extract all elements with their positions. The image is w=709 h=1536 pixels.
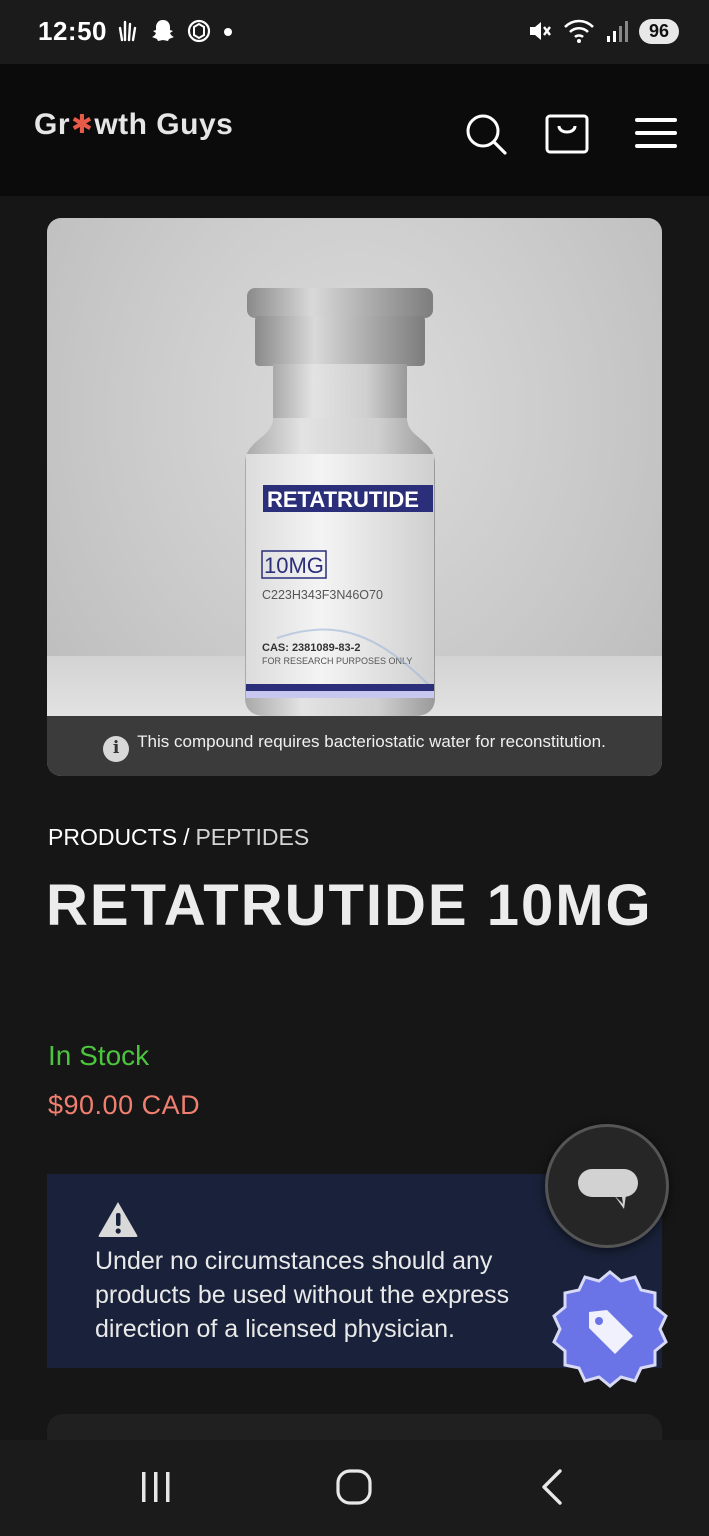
status-time: 12:50 — [38, 16, 107, 46]
status-bar: 12:50 96 — [0, 0, 709, 64]
mute-icon — [529, 22, 551, 40]
chatgpt-icon — [187, 19, 211, 43]
snapchat-icon — [152, 20, 174, 41]
stock-status: In Stock — [48, 1040, 150, 1071]
product-price: $90.00 CAD — [48, 1090, 201, 1120]
discount-button[interactable] — [549, 1270, 671, 1392]
dot-icon — [224, 28, 232, 36]
notification-icons — [116, 18, 234, 44]
vial-dose-text: 10MG — [264, 553, 324, 578]
vial-illustration: RETATRUTIDE 10MG C223H343F3N46O70 CAS: 2… — [245, 288, 435, 716]
signal-icon — [606, 21, 628, 42]
vial-name-text: RETATRUTIDE — [267, 487, 419, 512]
battery-indicator: 96 — [638, 18, 679, 44]
system-nav-bar — [0, 1440, 709, 1536]
site-logo[interactable]: Gr✱wth Guys — [34, 108, 233, 142]
logo-star: ✱ — [71, 109, 94, 139]
chat-button[interactable] — [545, 1124, 669, 1248]
warning-icon — [98, 1202, 138, 1237]
cart-icon[interactable] — [545, 114, 589, 154]
breadcrumb-peptides[interactable]: PEPTIDES — [195, 824, 309, 850]
search-icon[interactable] — [464, 112, 508, 156]
system-status-icons: 96 — [527, 18, 679, 44]
home-icon[interactable] — [334, 1468, 374, 1506]
breadcrumb-products[interactable]: PRODUCTS — [48, 824, 177, 850]
notice-text: This compound requires bacteriostatic wa… — [137, 732, 606, 752]
warning-text: Under no circumstances should any produc… — [95, 1247, 510, 1343]
discount-badge-icon — [552, 1270, 668, 1388]
logo-text-start: Gr — [34, 108, 71, 141]
breadcrumb: PRODUCTS / PEPTIDES — [48, 824, 309, 851]
site-header: Gr✱wth Guys — [0, 64, 709, 196]
vial-disclaimer-text: FOR RESEARCH PURPOSES ONLY — [262, 656, 412, 666]
gesture-icon — [118, 20, 137, 42]
back-icon[interactable] — [538, 1468, 568, 1506]
logo-text-end: wth Guys — [94, 108, 234, 141]
product-title: RETATRUTIDE 10MG — [46, 873, 653, 938]
product-image[interactable]: RETATRUTIDE 10MG C223H343F3N46O70 CAS: 2… — [47, 218, 662, 776]
vial-formula-text: C223H343F3N46O70 — [262, 588, 383, 602]
chat-bubble-icon — [578, 1169, 638, 1209]
vial-cas-text: CAS: 2381089-83-2 — [262, 642, 360, 654]
breadcrumb-separator: / — [183, 824, 190, 850]
wifi-icon — [564, 19, 594, 43]
info-icon: i — [103, 735, 130, 762]
menu-icon[interactable] — [634, 116, 678, 150]
reconstitution-notice: i This compound requires bacteriostatic w… — [47, 716, 662, 776]
recent-apps-icon[interactable] — [138, 1468, 174, 1506]
